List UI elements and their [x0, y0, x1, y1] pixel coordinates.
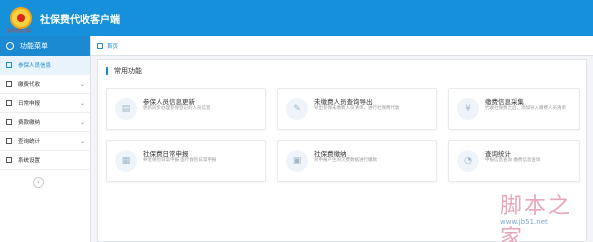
- sidebar-item-label: 费款缴纳: [18, 120, 41, 126]
- card-query-stats[interactable]: ◔ 查询统计 申报信息查询 缴费信息查询: [448, 140, 580, 182]
- payment-icon: ▣: [286, 150, 308, 172]
- sidebar: 功能菜单 参保人员信息 缴费代收 ⌄ 日常申报 ⌄ 费款缴纳 ⌄ 查询统计 ⌄ …: [0, 36, 91, 242]
- card-desc: 申报信息查询 缴费信息查询: [485, 158, 541, 163]
- menu-icon: [6, 42, 14, 50]
- sidebar-item-declaration[interactable]: 日常申报 ⌄: [0, 94, 90, 113]
- declaration-icon: [6, 100, 12, 106]
- tab-bar: 首页: [91, 36, 593, 56]
- card-unpaid-export[interactable]: ✎ 未缴费人员查询导出 导出参保未缴费人员清单，进行社保费代收: [277, 88, 437, 130]
- sidebar-item-insured-info[interactable]: 参保人员信息: [0, 56, 90, 75]
- card-desc: 对申报产生的欠费数据进行缴款: [314, 158, 377, 163]
- declare-icon: ▦: [115, 150, 137, 172]
- card-payment-collection[interactable]: ¥ 缴费信息采集 代收社保费之后，添加导入缴费人员清单: [448, 88, 580, 130]
- collapse-sidebar-button[interactable]: ‹: [33, 177, 44, 188]
- chevron-down-icon: ⌄: [79, 119, 85, 126]
- card-desc: 更新同步办理参保登记的人员信息: [143, 106, 211, 111]
- id-card-icon: ▤: [115, 98, 137, 120]
- sidebar-header: 功能菜单: [0, 36, 90, 56]
- home-icon: [97, 42, 103, 49]
- sidebar-item-label: 参保人员信息: [18, 63, 52, 69]
- watermark-url: www.jb51.net: [500, 218, 548, 226]
- card-update-insured[interactable]: ▤ 参保人员信息更新 更新同步办理参保登记的人员信息: [106, 88, 266, 130]
- app-header: 社保费代收客户端: [0, 0, 593, 36]
- card-daily-declaration[interactable]: ▦ 社保费日常申报 养老保险日常申报 医疗保险日常申报: [106, 140, 266, 182]
- watermark-text: 脚本之家: [500, 194, 573, 242]
- sidebar-item-query[interactable]: 查询统计 ⌄: [0, 132, 90, 151]
- gear-icon: [6, 157, 12, 163]
- title-accent-bar: [106, 67, 108, 75]
- tax-emblem-icon: [10, 7, 32, 29]
- chevron-down-icon: ⌄: [79, 138, 85, 145]
- list-icon: [6, 62, 12, 68]
- tab-home-label: 首页: [107, 43, 119, 50]
- tab-home[interactable]: 首页: [97, 42, 118, 50]
- app-title: 社保费代收客户端: [40, 14, 120, 26]
- chevron-down-icon: ⌄: [79, 100, 85, 107]
- panel-title-text: 常用功能: [114, 67, 142, 75]
- card-desc: 代收社保费之后，添加导入缴费人员清单: [485, 106, 566, 111]
- brand-subtitle: 国家税务总局: [7, 28, 31, 33]
- sidebar-item-label: 查询统计: [18, 139, 41, 145]
- sidebar-item-collection[interactable]: 缴费代收 ⌄: [0, 75, 90, 94]
- sidebar-item-label: 缴费代收: [18, 82, 41, 88]
- card-title: 参保人员信息更新: [143, 98, 195, 106]
- sidebar-item-settings[interactable]: 系统设置: [0, 151, 90, 170]
- sidebar-item-label: 日常申报: [18, 101, 41, 107]
- yen-icon: ¥: [457, 98, 479, 120]
- card-title: 缴费信息采集: [485, 98, 524, 106]
- card-title: 未缴费人员查询导出: [314, 98, 373, 106]
- payment-icon: [6, 119, 12, 125]
- sidebar-item-payment[interactable]: 费款缴纳 ⌄: [0, 113, 90, 132]
- card-desc: 导出参保未缴费人员清单，进行社保费代收: [314, 106, 400, 111]
- card-fee-payment[interactable]: ▣ 社保费缴纳 对申报产生的欠费数据进行缴款: [277, 140, 437, 182]
- export-icon: ✎: [286, 98, 308, 120]
- stats-icon: ◔: [457, 150, 479, 172]
- sidebar-header-label: 功能菜单: [20, 42, 48, 50]
- card-title: 查询统计: [485, 150, 511, 158]
- card-title: 社保费缴纳: [314, 150, 347, 158]
- watermark: 脚本之家 www.jb51.net: [480, 188, 590, 242]
- sidebar-item-label: 系统设置: [18, 158, 41, 164]
- panel-title: 常用功能: [106, 66, 142, 76]
- card-title: 社保费日常申报: [143, 150, 189, 158]
- card-desc: 养老保险日常申报 医疗保险日常申报: [143, 158, 217, 163]
- query-icon: [6, 138, 12, 144]
- collection-icon: [6, 81, 12, 87]
- chevron-down-icon: ⌄: [79, 81, 85, 88]
